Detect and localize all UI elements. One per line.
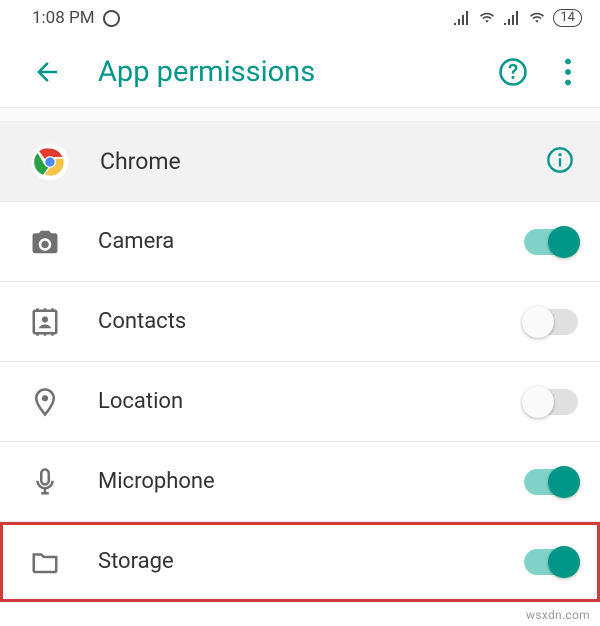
permission-row-microphone: Microphone <box>0 442 600 522</box>
overflow-menu-icon <box>564 58 572 86</box>
battery-indicator: 14 <box>553 9 582 27</box>
app-header-row: Chrome <box>0 122 600 202</box>
toggle-microphone[interactable] <box>524 469 578 495</box>
status-time: 1:08 PM <box>32 8 95 28</box>
signal-icon-2 <box>503 11 521 25</box>
signal-icon <box>453 11 471 25</box>
section-gap <box>0 108 600 122</box>
back-icon <box>32 57 62 87</box>
camera-icon <box>28 225 62 259</box>
back-button[interactable] <box>28 53 66 91</box>
status-bar: 1:08 PM 14 <box>0 0 600 36</box>
wifi-icon <box>477 11 497 25</box>
status-indicators: 14 <box>453 9 582 27</box>
toggle-storage[interactable] <box>524 549 578 575</box>
permission-label-location: Location <box>62 389 524 414</box>
assistant-ring-icon <box>103 10 120 27</box>
permission-label-storage: Storage <box>62 549 524 574</box>
watermark: wsxdn.com <box>526 608 590 622</box>
info-icon <box>546 146 574 174</box>
permission-row-camera: Camera <box>0 202 600 282</box>
microphone-icon <box>28 465 62 499</box>
toggle-contacts[interactable] <box>524 309 578 335</box>
permission-row-storage: Storage <box>0 522 600 602</box>
overflow-menu-button[interactable] <box>560 54 576 90</box>
help-icon <box>498 57 528 87</box>
help-button[interactable] <box>494 53 532 91</box>
toggle-camera[interactable] <box>524 229 578 255</box>
chrome-icon <box>30 142 70 182</box>
page-title: App permissions <box>66 55 494 89</box>
permission-label-contacts: Contacts <box>62 309 524 334</box>
app-bar: App permissions <box>0 36 600 108</box>
permission-label-microphone: Microphone <box>62 469 524 494</box>
permission-row-location: Location <box>0 362 600 442</box>
location-icon <box>28 385 62 419</box>
app-info-button[interactable] <box>542 142 578 181</box>
storage-icon <box>28 545 62 579</box>
permission-row-contacts: Contacts <box>0 282 600 362</box>
permission-list: Camera Contacts Location Microphone Storage <box>0 202 600 602</box>
app-name: Chrome <box>70 148 542 175</box>
permission-label-camera: Camera <box>62 229 524 254</box>
toggle-location[interactable] <box>524 389 578 415</box>
contacts-icon <box>28 305 62 339</box>
wifi-icon-2 <box>527 11 547 25</box>
